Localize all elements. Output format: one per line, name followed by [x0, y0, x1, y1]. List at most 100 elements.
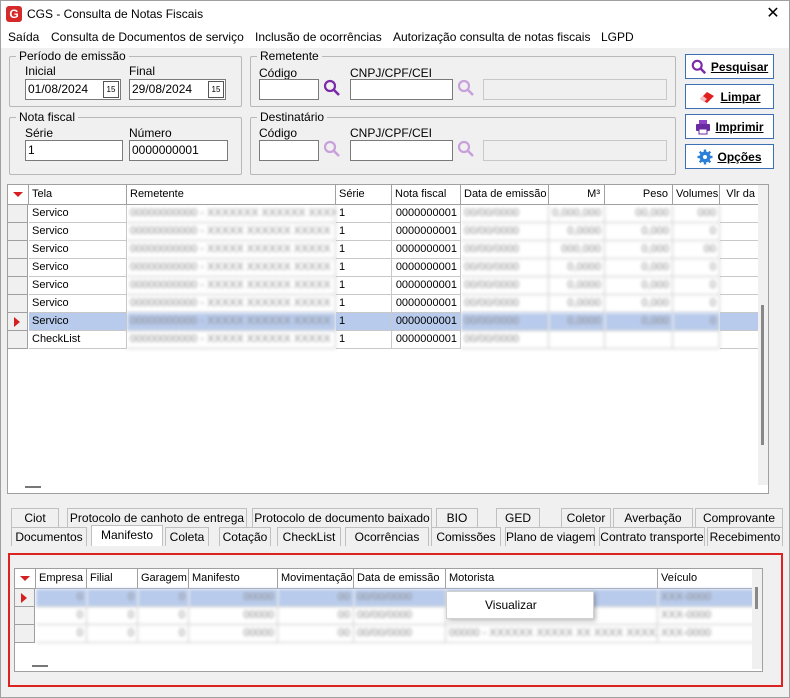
manifesto-grid[interactable]: Empresa Filial Garagem Manifesto Movimen…: [14, 568, 763, 672]
col-tela[interactable]: Tela: [29, 185, 127, 205]
table-cell[interactable]: CheckList: [29, 331, 127, 349]
table-cell[interactable]: [673, 331, 720, 349]
col-remetente[interactable]: Remetente: [127, 185, 336, 205]
table-cell[interactable]: 0,000: [605, 277, 673, 295]
row-indicator[interactable]: [8, 313, 28, 331]
table-cell[interactable]: 00000000000 - XXXXX XXXXXX XXXXX: [127, 259, 336, 277]
table-cell[interactable]: 0: [36, 589, 87, 607]
remetente-codigo-input[interactable]: [259, 79, 319, 100]
table-cell[interactable]: 0: [36, 625, 87, 643]
table-cell[interactable]: 0: [673, 313, 720, 331]
table-cell[interactable]: 00000000000 - XXXXX XXXXXX XXXXX: [127, 241, 336, 259]
col-vlr[interactable]: Vlr da: [720, 185, 760, 205]
table-cell[interactable]: XXX-0000: [658, 589, 758, 607]
table-cell[interactable]: 00/00/0000: [354, 589, 446, 607]
table-cell[interactable]: 1: [336, 223, 392, 241]
table-cell[interactable]: 1: [336, 205, 392, 223]
tab-ged[interactable]: GED: [496, 508, 540, 527]
menu-saida[interactable]: Saída: [8, 30, 39, 44]
destinatario-cnpj-input[interactable]: [350, 140, 453, 161]
table-cell[interactable]: XXX-0000: [658, 607, 758, 625]
row-indicator[interactable]: [8, 223, 28, 241]
search-icon[interactable]: [457, 140, 475, 158]
col-m3[interactable]: M³: [549, 185, 605, 205]
table-cell[interactable]: 00/00/0000: [461, 277, 549, 295]
table-cell[interactable]: 1: [336, 277, 392, 295]
table-cell[interactable]: 0: [673, 277, 720, 295]
pesquisar-button[interactable]: Pesquisar: [685, 54, 774, 79]
table-cell[interactable]: [720, 223, 760, 241]
notas-grid[interactable]: Tela Remetente Série Nota fiscal Data de…: [7, 184, 769, 494]
table-cell[interactable]: 00: [673, 241, 720, 259]
table-cell[interactable]: 0: [673, 295, 720, 313]
table-cell[interactable]: XXX-0000: [658, 625, 758, 643]
final-date-input[interactable]: 29/08/2024 15: [129, 79, 226, 100]
table-cell[interactable]: 0000000001: [392, 331, 461, 349]
col-empresa[interactable]: Empresa: [36, 569, 87, 589]
tab-ocorr-ncias[interactable]: Ocorrências: [345, 527, 429, 546]
table-cell[interactable]: 00/00/0000: [461, 313, 549, 331]
tab-cota-o[interactable]: Cotação: [219, 527, 271, 546]
grid2-sort-indicator[interactable]: [15, 569, 36, 589]
grid1-scrollbar[interactable]: [758, 185, 768, 485]
table-cell[interactable]: 00,000: [605, 205, 673, 223]
table-cell[interactable]: 0: [87, 607, 138, 625]
calendar-icon[interactable]: 15: [103, 81, 119, 98]
table-cell[interactable]: 0: [138, 625, 189, 643]
col-serie[interactable]: Série: [336, 185, 392, 205]
row-indicator[interactable]: [15, 625, 35, 643]
table-cell[interactable]: 0,000: [605, 313, 673, 331]
destinatario-codigo-input[interactable]: [259, 140, 319, 161]
menu-inclusao-ocorrencias[interactable]: Inclusão de ocorrências: [255, 30, 382, 44]
table-cell[interactable]: 0,000,000: [549, 205, 605, 223]
table-cell[interactable]: 00000: [189, 625, 278, 643]
col-data-emissao[interactable]: Data de emissão: [461, 185, 549, 205]
numero-input[interactable]: 0000000001: [129, 140, 228, 161]
table-cell[interactable]: 00: [278, 589, 354, 607]
table-cell[interactable]: 0000000001: [392, 313, 461, 331]
row-indicator[interactable]: [8, 295, 28, 313]
table-cell[interactable]: Servico: [29, 295, 127, 313]
tab-ciot[interactable]: Ciot: [11, 508, 59, 527]
table-cell[interactable]: 0,0000: [549, 223, 605, 241]
table-cell[interactable]: 00/00/0000: [461, 295, 549, 313]
col-motorista[interactable]: Motorista: [446, 569, 658, 589]
table-cell[interactable]: 00000000000 - XXXXX XXXXXX XXXXX: [127, 223, 336, 241]
table-cell[interactable]: 00000000000 - XXXXX XXXXXX XXXXX: [127, 277, 336, 295]
table-cell[interactable]: 0000000001: [392, 295, 461, 313]
table-cell[interactable]: 0000000001: [392, 223, 461, 241]
table-cell[interactable]: [720, 241, 760, 259]
table-cell[interactable]: 0,000: [605, 223, 673, 241]
table-cell[interactable]: 0,0000: [549, 277, 605, 295]
grid-sort-indicator[interactable]: [8, 185, 29, 205]
table-cell[interactable]: [720, 313, 760, 331]
table-cell[interactable]: 0,0000: [549, 295, 605, 313]
imprimir-button[interactable]: Imprimir: [685, 114, 774, 139]
table-cell[interactable]: 0: [138, 607, 189, 625]
table-cell[interactable]: 1: [336, 259, 392, 277]
table-cell[interactable]: Servico: [29, 313, 127, 331]
table-cell[interactable]: Servico: [29, 241, 127, 259]
col-peso[interactable]: Peso: [605, 185, 673, 205]
table-cell[interactable]: 000,000: [549, 241, 605, 259]
grid2-scroll-thumb[interactable]: [755, 587, 758, 609]
table-cell[interactable]: [720, 259, 760, 277]
table-cell[interactable]: 0,000: [605, 295, 673, 313]
table-cell[interactable]: 1: [336, 241, 392, 259]
table-cell[interactable]: 1: [336, 313, 392, 331]
table-cell[interactable]: 00/00/0000: [461, 223, 549, 241]
tab-protocolo-de-documento-baixado[interactable]: Protocolo de documento baixado: [252, 508, 432, 527]
grid2-scrollbar[interactable]: [752, 569, 762, 669]
table-cell[interactable]: [720, 277, 760, 295]
col-manifesto[interactable]: Manifesto: [189, 569, 278, 589]
tab-contrato-transporte[interactable]: Contrato transporte: [599, 527, 705, 546]
table-cell[interactable]: 0: [138, 589, 189, 607]
serie-input[interactable]: 1: [25, 140, 123, 161]
table-cell[interactable]: 0000000001: [392, 241, 461, 259]
table-cell[interactable]: 00000000000 - XXXXX XXXXXX XXXXX: [127, 295, 336, 313]
table-cell[interactable]: 00000000000 - XXXXX XXXXXX XXXXX: [127, 331, 336, 349]
table-cell[interactable]: Servico: [29, 205, 127, 223]
row-indicator[interactable]: [8, 259, 28, 277]
table-cell[interactable]: 0,0000: [549, 259, 605, 277]
tab-documentos[interactable]: Documentos: [11, 527, 87, 546]
